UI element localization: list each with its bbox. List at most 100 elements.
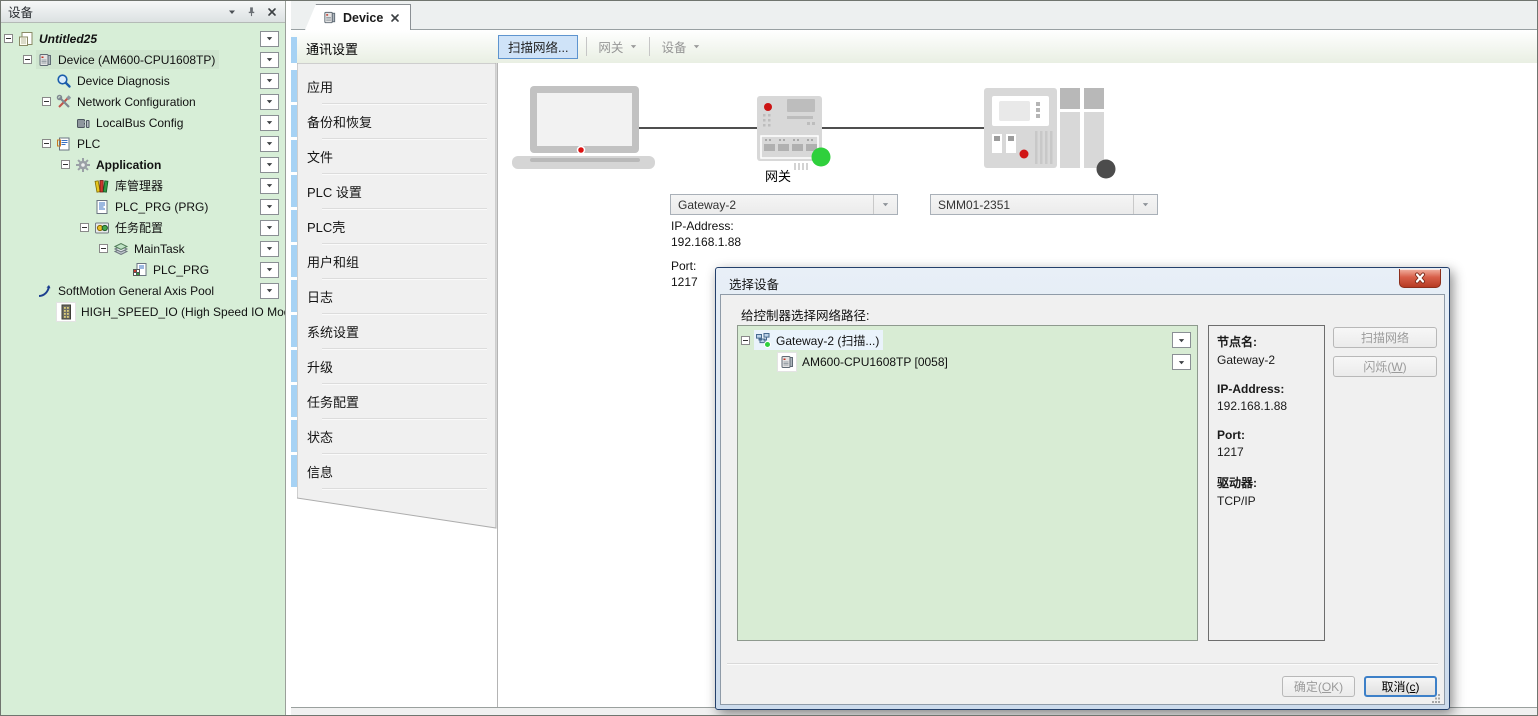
task-config-icon <box>94 220 110 236</box>
project-selector-dropdown[interactable] <box>260 199 279 215</box>
menu-item-accent <box>291 350 297 382</box>
page-title: 通讯设置 <box>306 39 358 58</box>
target-device-select[interactable]: SMM01-2351 <box>930 194 1158 215</box>
menu-item[interactable]: 状态 <box>291 419 496 454</box>
expander-minus-icon[interactable] <box>741 336 750 345</box>
device-tab-label: Device <box>343 11 383 25</box>
menu-item[interactable]: 升级 <box>291 349 496 384</box>
panel-pin-button[interactable] <box>245 5 258 18</box>
menu-item-accent <box>291 385 297 417</box>
gateway-select[interactable]: Gateway-2 <box>670 194 898 215</box>
tree-item[interactable]: 库管理器 <box>1 175 285 196</box>
prg-call-icon <box>132 262 148 278</box>
tree-item[interactable]: PLC <box>1 133 285 154</box>
menu-item-accent <box>291 105 297 137</box>
chevron-down-icon <box>629 42 638 51</box>
diagnosis-icon <box>56 73 72 89</box>
menu-item[interactable]: PLC 设置 <box>291 174 496 209</box>
ip-address-readout: IP-Address: 192.168.1.88 <box>671 218 741 250</box>
toolbar-separator <box>586 37 587 56</box>
dialog-wink-button[interactable]: 闪烁(W) <box>1333 356 1437 377</box>
gateway-status-green-icon <box>812 148 831 167</box>
network-path-instruction: 给控制器选择网络路径: <box>741 305 869 324</box>
tree-item[interactable]: PLC_PRG (PRG) <box>1 196 285 217</box>
gateway-menu-button[interactable]: 网关 <box>595 37 641 56</box>
highspeed-io-icon <box>58 304 74 320</box>
tree-item[interactable]: MainTask <box>1 238 285 259</box>
menu-item[interactable]: 日志 <box>291 279 496 314</box>
toolbar-separator <box>649 37 650 56</box>
tab-device[interactable]: Device <box>305 4 411 30</box>
dialog-tree-item[interactable]: AM600-CPU1608TP [0058] <box>738 351 1197 373</box>
chevron-down-icon <box>227 7 237 17</box>
tree-item[interactable]: LocalBus Config <box>1 112 285 133</box>
cancel-button[interactable]: 取消(c) <box>1364 676 1437 697</box>
menu-item[interactable]: 应用 <box>291 69 496 104</box>
network-diagram: 网关 <box>507 81 1132 193</box>
panel-close-button[interactable] <box>265 5 278 18</box>
gateway-node-icon <box>755 332 771 348</box>
tab-close-icon[interactable] <box>389 12 401 24</box>
project-selector-dropdown[interactable] <box>260 73 279 89</box>
tree-item[interactable]: Network Configuration <box>1 91 285 112</box>
menu-item[interactable]: PLC壳 <box>291 209 496 244</box>
project-selector-dropdown[interactable] <box>260 283 279 299</box>
menu-item[interactable]: 文件 <box>291 139 496 174</box>
tree-item[interactable]: HIGH_SPEED_IO (High Speed IO Module) <box>1 301 285 322</box>
expander-minus-icon[interactable] <box>99 244 108 253</box>
tree-item[interactable]: Device Diagnosis <box>1 70 285 91</box>
communication-toolbar: 扫描网络... 网关 设备 <box>498 33 704 60</box>
expander-minus-icon[interactable] <box>4 34 13 43</box>
chevron-down-icon[interactable] <box>873 195 890 214</box>
project-selector-dropdown[interactable] <box>260 157 279 173</box>
project-selector-dropdown[interactable] <box>260 241 279 257</box>
project-selector-dropdown[interactable] <box>260 220 279 236</box>
project-selector-dropdown[interactable] <box>1172 354 1191 370</box>
tree-item[interactable]: PLC_PRG <box>1 259 285 280</box>
expander-minus-icon[interactable] <box>42 139 51 148</box>
dialog-tree-item[interactable]: Gateway-2 (扫描...) <box>738 329 1197 351</box>
expander-minus-icon[interactable] <box>42 97 51 106</box>
menu-item-accent <box>291 70 297 102</box>
resize-grip-icon[interactable] <box>1432 692 1441 701</box>
menu-item[interactable]: 系统设置 <box>291 314 496 349</box>
device-menu-button[interactable]: 设备 <box>658 37 704 56</box>
project-selector-dropdown[interactable] <box>260 262 279 278</box>
menu-item[interactable]: 任务配置 <box>291 384 496 419</box>
dialog-scan-network-button[interactable]: 扫描网络 <box>1333 327 1437 348</box>
ok-button[interactable]: 确定(OK) <box>1282 676 1355 697</box>
project-selector-dropdown[interactable] <box>260 178 279 194</box>
project-selector-dropdown[interactable] <box>260 31 279 47</box>
scan-network-button[interactable]: 扫描网络... <box>498 35 578 59</box>
menu-item-accent <box>291 280 297 312</box>
grip-icon <box>1432 694 1441 703</box>
dialog-title: 选择设备 <box>716 268 1449 294</box>
gateway-device-icon <box>757 96 831 170</box>
chevron-down-icon[interactable] <box>1133 195 1150 214</box>
tree-item[interactable]: SoftMotion General Axis Pool <box>1 280 285 301</box>
menu-item[interactable]: 备份和恢复 <box>291 104 496 139</box>
project-selector-dropdown[interactable] <box>260 136 279 152</box>
dialog-close-button[interactable] <box>1399 269 1441 288</box>
info-pair: 驱动器: TCP/IP <box>1217 474 1316 508</box>
editor-tabstrip: Device <box>291 1 1537 30</box>
menu-item[interactable]: 信息 <box>291 454 496 489</box>
expander-minus-icon[interactable] <box>23 55 32 64</box>
expander-minus-icon[interactable] <box>61 160 70 169</box>
project-selector-dropdown[interactable] <box>260 52 279 68</box>
tree-item[interactable]: Application <box>1 154 285 175</box>
project-selector-dropdown[interactable] <box>260 115 279 131</box>
panel-dropdown-button[interactable] <box>225 5 238 18</box>
project-selector-dropdown[interactable] <box>260 94 279 110</box>
tree-item[interactable]: 任务配置 <box>1 217 285 238</box>
softmotion-icon <box>37 283 53 299</box>
menu-item[interactable]: 用户和组 <box>291 244 496 279</box>
maintask-icon <box>113 241 129 257</box>
project-selector-dropdown[interactable] <box>1172 332 1191 348</box>
tree-item[interactable]: Untitled25 <box>1 28 285 49</box>
node-info-panel: 节点名: Gateway-2 IP-Address: 192.168.1.88 … <box>1208 325 1325 641</box>
tree-item[interactable]: Device (AM600-CPU1608TP) <box>1 49 285 70</box>
project-icon <box>18 31 34 47</box>
expander-minus-icon[interactable] <box>80 223 89 232</box>
menu-item-accent <box>291 210 297 242</box>
